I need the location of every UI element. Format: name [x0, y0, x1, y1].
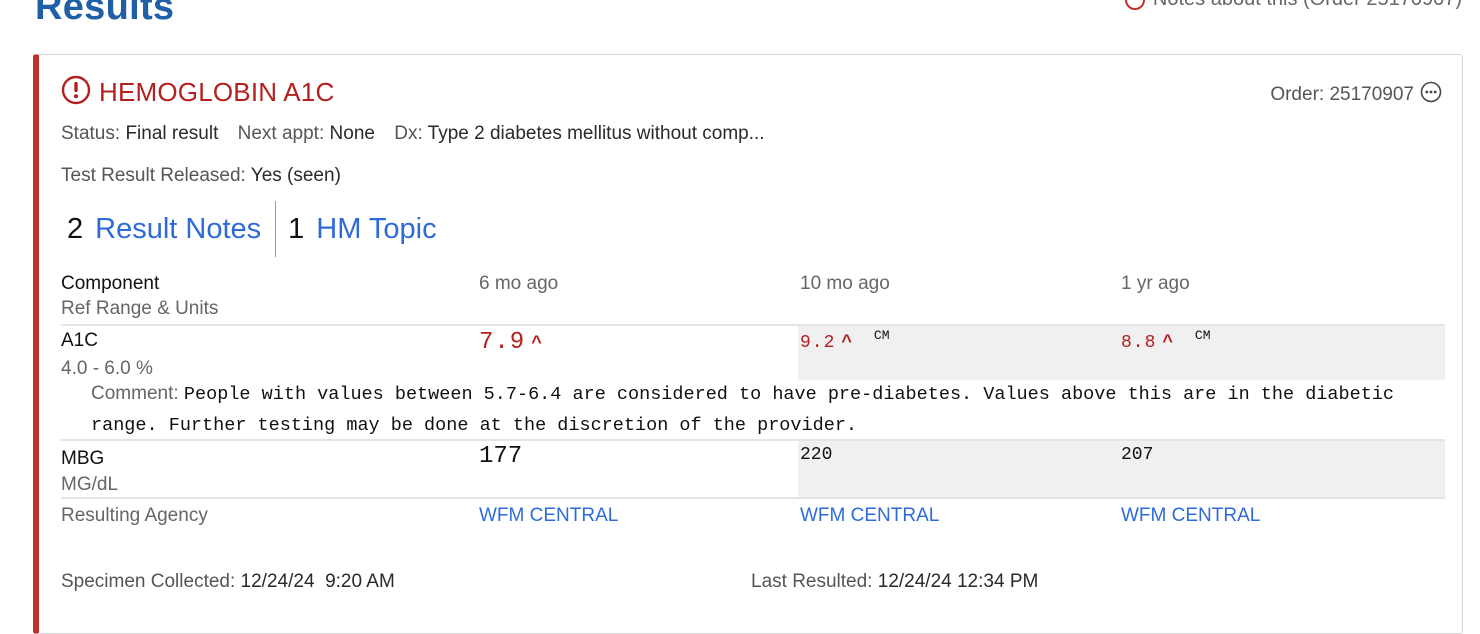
- specimen-value: 12/24/24 9:20 AM: [240, 571, 395, 592]
- result-note-flag: CM: [873, 328, 890, 343]
- specimen-label: Specimen Collected:: [61, 571, 236, 592]
- tab-count: 1: [288, 212, 305, 245]
- last-resulted: Last Resulted: 12/24/24 12:34 PM: [751, 571, 1038, 593]
- result-notes-header[interactable]: Notes about this (Order 25170907): [1124, 0, 1462, 11]
- status-line: Status: Final result Next appt: None Dx:…: [61, 123, 765, 145]
- dx-value[interactable]: Type 2 diabetes mellitus without comp...: [428, 123, 765, 144]
- ref-range-header: Ref Range & Units: [61, 298, 219, 319]
- status-label: Status:: [61, 123, 121, 144]
- tab-hm-topic[interactable]: 1 HM Topic: [288, 213, 450, 246]
- col-header-10mo: 10 mo ago: [800, 273, 890, 294]
- result-notes-header-text: Notes about this (Order 25170907): [1153, 0, 1462, 11]
- a1c-value-text: 7.9: [479, 329, 526, 356]
- comment-label: Comment:: [91, 383, 179, 404]
- alert-circle-icon: [61, 75, 91, 110]
- mbg-value-10mo: 220: [800, 445, 833, 465]
- high-flag-icon: ^: [1162, 331, 1173, 351]
- result-card: HEMOGLOBIN A1C Order: 25170907 Status: F…: [33, 54, 1463, 634]
- page-title: Results: [35, 0, 175, 28]
- tab-count: 2: [67, 212, 84, 245]
- released-line: Test Result Released: Yes (seen): [61, 165, 341, 187]
- mbg-divider: [61, 497, 1445, 499]
- a1c-value-10mo: 9.2 ^ CM: [800, 328, 890, 353]
- tab-result-notes[interactable]: 2 Result Notes: [67, 213, 275, 246]
- next-appt-value: None: [329, 123, 375, 144]
- a1c-value-1yr: 8.8 ^ CM: [1121, 328, 1211, 353]
- high-flag-icon: ^: [841, 331, 852, 351]
- a1c-range: 4.0 - 6.0 %: [61, 358, 153, 379]
- high-flag-icon: ^: [531, 332, 542, 352]
- component-header: Component: [61, 273, 160, 294]
- a1c-value-text: 8.8: [1121, 333, 1157, 353]
- mbg-range: MG/dL: [61, 474, 119, 495]
- card-title: HEMOGLOBIN A1C: [61, 75, 334, 110]
- released-value: Yes (seen): [250, 165, 341, 186]
- col-header-6mo: 6 mo ago: [479, 273, 559, 294]
- a1c-comment: Comment: People with values between 5.7-…: [91, 379, 1441, 441]
- a1c-name: A1C: [61, 330, 98, 351]
- mbg-value-1yr: 207: [1121, 445, 1154, 465]
- specimen-collected: Specimen Collected: 12/24/24 9:20 AM: [61, 571, 395, 593]
- order-number: Order: 25170907: [1270, 84, 1414, 105]
- status-value: Final result: [125, 123, 219, 144]
- col-header-1yr: 1 yr ago: [1121, 273, 1190, 294]
- resulting-agency-link[interactable]: WFM CENTRAL: [1121, 505, 1260, 527]
- tab-label: Result Notes: [95, 212, 262, 245]
- a1c-value-6mo: 7.9 ^: [479, 329, 542, 356]
- last-resulted-label: Last Resulted:: [751, 571, 873, 592]
- alert-icon: [1124, 0, 1145, 10]
- resulting-agency-link[interactable]: WFM CENTRAL: [479, 505, 618, 527]
- test-name[interactable]: HEMOGLOBIN A1C: [99, 77, 334, 108]
- result-tabs: 2 Result Notes 1 HM Topic: [67, 201, 451, 257]
- mbg-name: MBG: [61, 448, 105, 469]
- resulting-agency-link[interactable]: WFM CENTRAL: [800, 505, 939, 527]
- resulting-agency-label: Resulting Agency: [61, 505, 208, 526]
- result-note-flag: CM: [1194, 328, 1211, 343]
- more-options-icon[interactable]: [1420, 81, 1442, 109]
- dx-label: Dx:: [394, 123, 423, 144]
- next-appt-label: Next appt:: [237, 123, 325, 144]
- tab-divider: [275, 201, 277, 257]
- mbg-value-6mo: 177: [479, 443, 523, 470]
- order-info: Order: 25170907: [1270, 81, 1442, 109]
- comment-text: People with values between 5.7-6.4 are c…: [91, 384, 1395, 436]
- a1c-value-text: 9.2: [800, 333, 836, 353]
- released-label: Test Result Released:: [61, 165, 246, 186]
- tab-label: HM Topic: [316, 212, 437, 245]
- last-resulted-value: 12/24/24 12:34 PM: [877, 571, 1039, 592]
